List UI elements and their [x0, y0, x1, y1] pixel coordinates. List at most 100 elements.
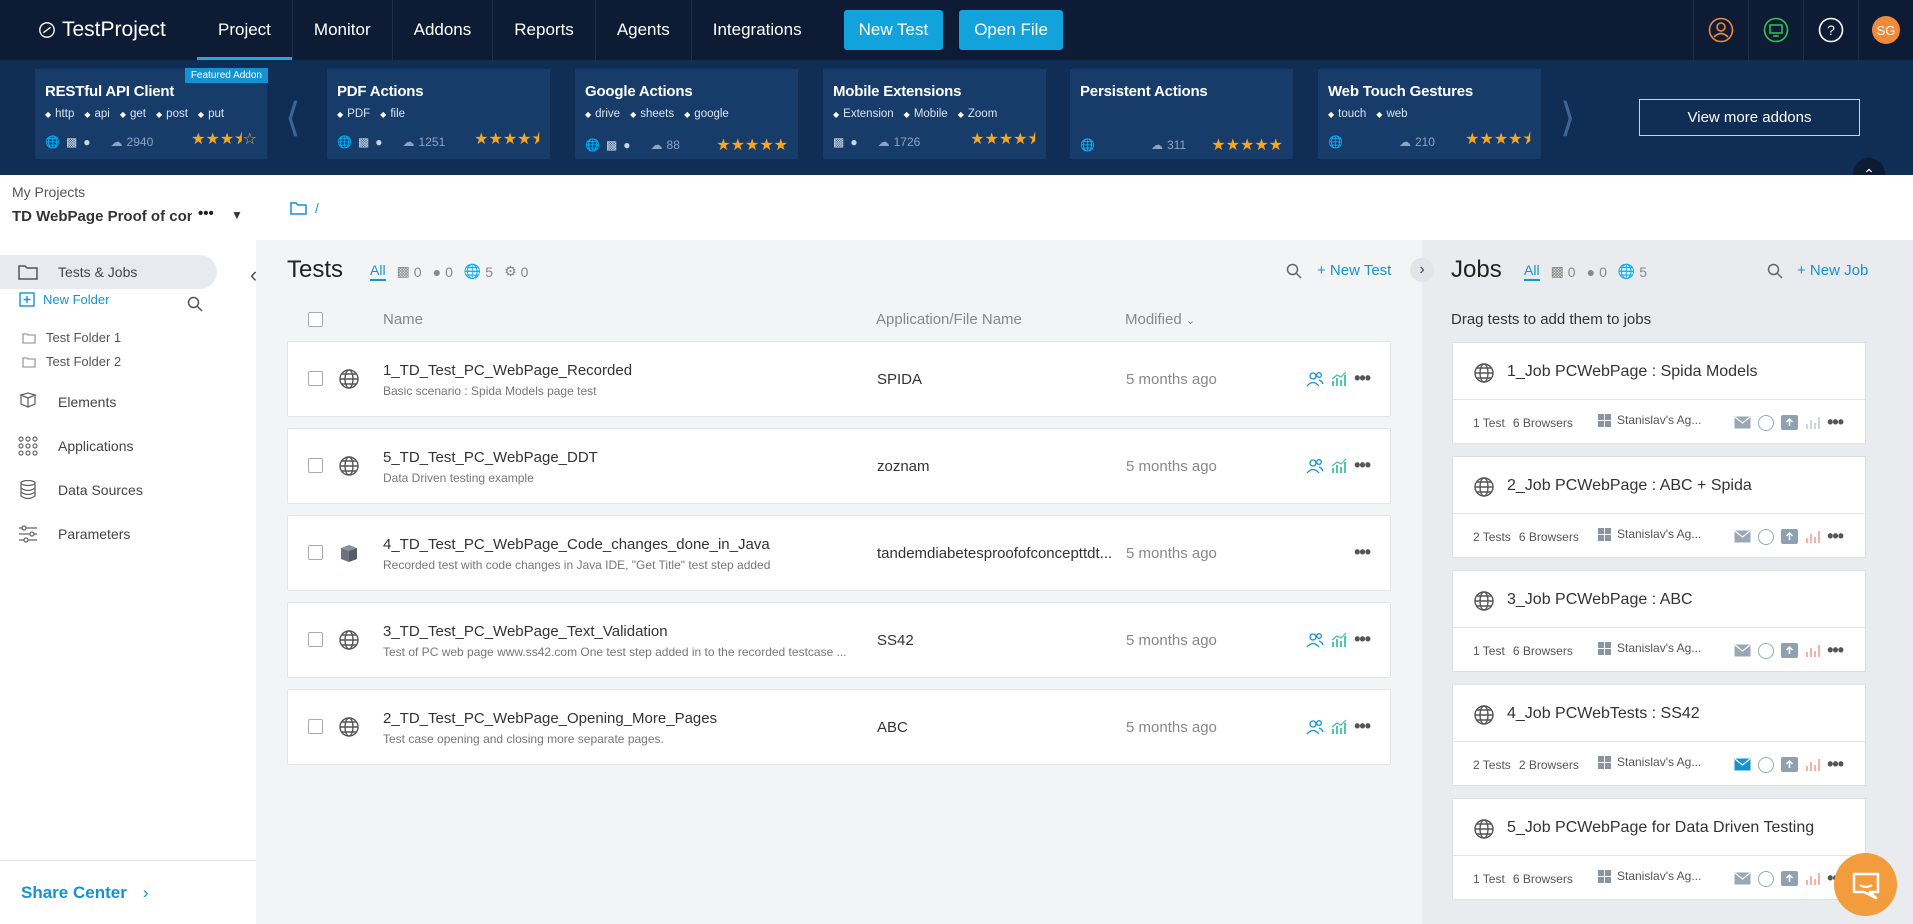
row-more-icon[interactable]: •••	[1354, 542, 1371, 563]
filter-web[interactable]: 🌐 5	[464, 263, 493, 280]
project-dropdown-icon[interactable]: ▼	[231, 208, 243, 222]
schedule-clock-icon[interactable]	[1758, 414, 1775, 431]
project-selector[interactable]: TD WebPage Proof of con...	[12, 208, 192, 225]
reports-chart-icon[interactable]	[1805, 757, 1820, 772]
addon-card[interactable]: Persistent Actions 🌐 ☁ 311 ★★★★★	[1070, 69, 1293, 159]
nav-addons[interactable]: Addons	[393, 0, 494, 60]
share-center-link[interactable]: Share Center ›	[0, 860, 256, 924]
carousel-next-icon[interactable]: ⟩	[1560, 95, 1576, 141]
sidebar-item-tests-jobs[interactable]: Tests & Jobs	[0, 255, 217, 289]
testproject-logo[interactable]: TestProject	[0, 0, 197, 60]
analytics-icon[interactable]	[1330, 457, 1348, 475]
row-checkbox[interactable]	[308, 719, 323, 734]
share-users-icon[interactable]	[1306, 370, 1324, 388]
addon-card[interactable]: Mobile Extensions Extension Mobile Zoom …	[823, 69, 1046, 159]
addon-card[interactable]: Web Touch Gestures touch web 🌐 ☁210 ★★★★…	[1318, 69, 1541, 159]
column-name[interactable]: Name	[383, 311, 423, 328]
job-more-icon[interactable]: •••	[1827, 754, 1844, 775]
sidebar-item-applications[interactable]: Applications	[0, 429, 217, 463]
nav-integrations[interactable]: Integrations	[692, 0, 823, 60]
row-checkbox[interactable]	[308, 458, 323, 473]
row-checkbox[interactable]	[308, 632, 323, 647]
row-more-icon[interactable]: •••	[1354, 455, 1371, 476]
job-card[interactable]: 5_Job PCWebPage for Data Driven Testing …	[1452, 798, 1866, 900]
table-row[interactable]: 3_TD_Test_PC_WebPage_Text_Validation Tes…	[287, 602, 1391, 678]
filter-android[interactable]: ▩ 0	[1551, 263, 1576, 280]
table-row[interactable]: 2_TD_Test_PC_WebPage_Opening_More_Pages …	[287, 689, 1391, 765]
new-job-link[interactable]: + New Job	[1797, 262, 1868, 279]
job-more-icon[interactable]: •••	[1827, 412, 1844, 433]
filter-android[interactable]: ▩ 0	[397, 263, 422, 280]
open-file-button[interactable]: Open File	[959, 10, 1063, 50]
agent-status-icon[interactable]	[1748, 0, 1803, 60]
new-folder-button[interactable]: New Folder	[19, 292, 109, 307]
view-more-addons-button[interactable]: View more addons	[1639, 99, 1860, 136]
mail-icon[interactable]	[1734, 758, 1751, 771]
filter-all[interactable]: All	[1524, 262, 1540, 281]
filter-generic[interactable]: ⚙ 0	[504, 263, 528, 280]
share-users-icon[interactable]	[1306, 457, 1324, 475]
job-card[interactable]: 2_Job PCWebPage : ABC + Spida 2 Tests 6 …	[1452, 456, 1866, 558]
filter-web[interactable]: 🌐 5	[1618, 263, 1647, 280]
user-avatar[interactable]: SG	[1858, 0, 1913, 60]
nav-agents[interactable]: Agents	[596, 0, 692, 60]
cloud-upload-icon[interactable]	[1781, 415, 1799, 430]
user-profile-icon[interactable]	[1693, 0, 1748, 60]
folder-item[interactable]: Test Folder 2	[22, 354, 121, 369]
row-more-icon[interactable]: •••	[1354, 716, 1371, 737]
mail-icon[interactable]	[1734, 530, 1751, 543]
search-folders-icon[interactable]	[187, 296, 203, 312]
select-all-checkbox[interactable]	[308, 312, 323, 327]
addon-card[interactable]: Featured Addon RESTful API Client http a…	[35, 68, 268, 159]
help-icon[interactable]: ?	[1803, 0, 1858, 60]
schedule-clock-icon[interactable]	[1758, 870, 1775, 887]
reports-chart-icon[interactable]	[1805, 871, 1820, 886]
reports-chart-icon[interactable]	[1805, 529, 1820, 544]
share-users-icon[interactable]	[1306, 631, 1324, 649]
chat-support-icon[interactable]	[1834, 853, 1897, 916]
addon-card[interactable]: PDF Actions PDF file 🌐 ▩ ● ☁1251 ★★★★⯨	[327, 69, 550, 159]
table-row[interactable]: 1_TD_Test_PC_WebPage_Recorded Basic scen…	[287, 341, 1391, 417]
cloud-upload-icon[interactable]	[1781, 529, 1799, 544]
row-more-icon[interactable]: •••	[1354, 368, 1371, 389]
cloud-upload-icon[interactable]	[1781, 871, 1799, 886]
column-application[interactable]: Application/File Name	[876, 311, 1022, 328]
addon-card[interactable]: Google Actions drive sheets google 🌐 ▩ ●…	[575, 69, 798, 159]
mail-icon[interactable]	[1734, 872, 1751, 885]
analytics-icon[interactable]	[1330, 370, 1348, 388]
column-modified[interactable]: Modified ⌄	[1125, 311, 1195, 328]
new-test-button[interactable]: New Test	[843, 10, 944, 50]
sidebar-item-elements[interactable]: Elements	[0, 385, 217, 419]
schedule-clock-icon[interactable]	[1758, 528, 1775, 545]
share-users-icon[interactable]	[1306, 718, 1324, 736]
row-checkbox[interactable]	[308, 371, 323, 386]
analytics-icon[interactable]	[1330, 631, 1348, 649]
table-row[interactable]: 4_TD_Test_PC_WebPage_Code_changes_done_i…	[287, 515, 1391, 591]
filter-ios[interactable]: ● 0	[433, 264, 453, 280]
filter-ios[interactable]: ● 0	[1587, 264, 1607, 280]
table-row[interactable]: 5_TD_Test_PC_WebPage_DDT Data Driven tes…	[287, 428, 1391, 504]
carousel-prev-icon[interactable]: ⟨	[285, 95, 301, 141]
mail-icon[interactable]	[1734, 416, 1751, 429]
nav-project[interactable]: Project	[197, 0, 293, 60]
filter-all[interactable]: All	[370, 262, 386, 281]
toggle-jobs-panel-icon[interactable]: ›	[1410, 258, 1434, 282]
folder-root-icon[interactable]	[290, 201, 307, 215]
sidebar-item-parameters[interactable]: Parameters	[0, 517, 217, 551]
cloud-upload-icon[interactable]	[1781, 643, 1799, 658]
job-more-icon[interactable]: •••	[1827, 640, 1844, 661]
job-card[interactable]: 3_Job PCWebPage : ABC 1 Test 6 Browsers …	[1452, 570, 1866, 672]
analytics-icon[interactable]	[1330, 718, 1348, 736]
mail-icon[interactable]	[1734, 644, 1751, 657]
search-jobs-icon[interactable]	[1767, 263, 1783, 279]
folder-item[interactable]: Test Folder 1	[22, 330, 121, 345]
cloud-upload-icon[interactable]	[1781, 757, 1799, 772]
search-tests-icon[interactable]	[1286, 263, 1302, 279]
reports-chart-icon[interactable]	[1805, 643, 1820, 658]
row-checkbox[interactable]	[308, 545, 323, 560]
new-test-link[interactable]: + New Test	[1317, 262, 1391, 279]
nav-reports[interactable]: Reports	[493, 0, 596, 60]
job-more-icon[interactable]: •••	[1827, 526, 1844, 547]
reports-chart-icon[interactable]	[1805, 415, 1820, 430]
job-card[interactable]: 4_Job PCWebTests : SS42 2 Tests 2 Browse…	[1452, 684, 1866, 786]
